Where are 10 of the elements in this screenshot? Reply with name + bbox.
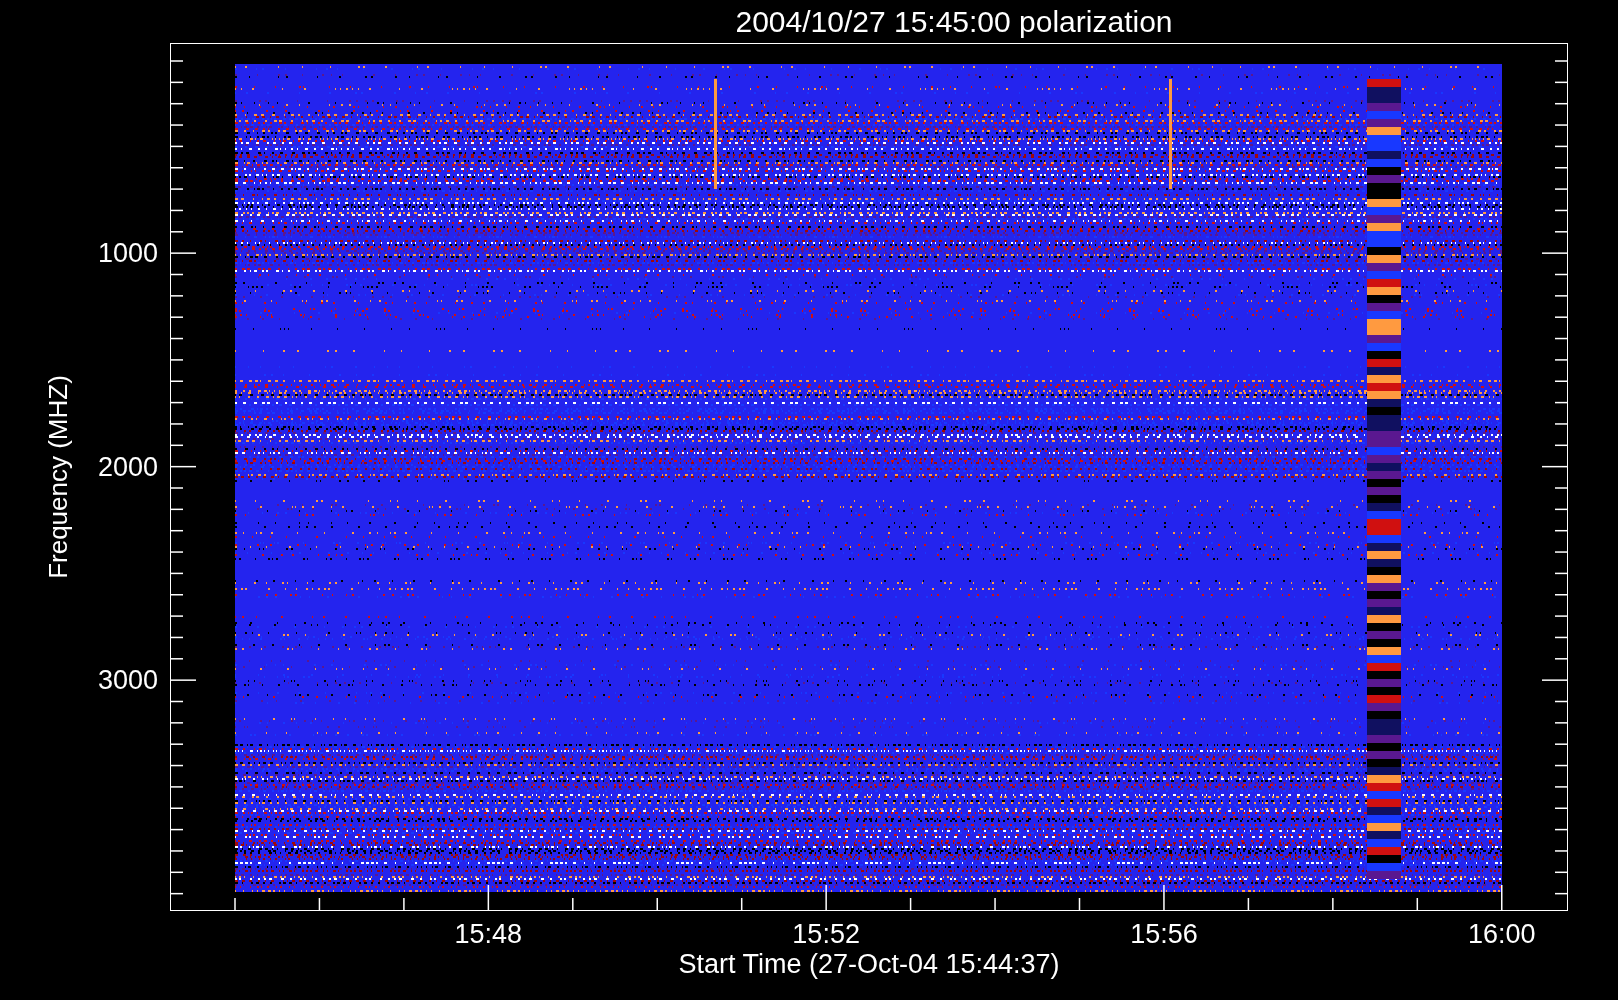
- x-tick-label: 16:00: [1467, 921, 1536, 948]
- x-tick-label: 15:56: [1130, 921, 1198, 948]
- y-tick-label: 3000: [97, 666, 158, 694]
- x-axis-label: Start Time (27-Oct-04 15:44:37): [678, 951, 1060, 978]
- y-tick-label: 1000: [97, 239, 158, 267]
- y-tick-label: 2000: [97, 453, 158, 480]
- x-tick-label: 15:52: [792, 921, 860, 948]
- y-axis-label: Frequency (MHZ): [45, 375, 71, 579]
- x-tick-label: 15:48: [454, 921, 523, 948]
- chart-title: 2004/10/27 15:45:00 polarization: [735, 6, 1173, 37]
